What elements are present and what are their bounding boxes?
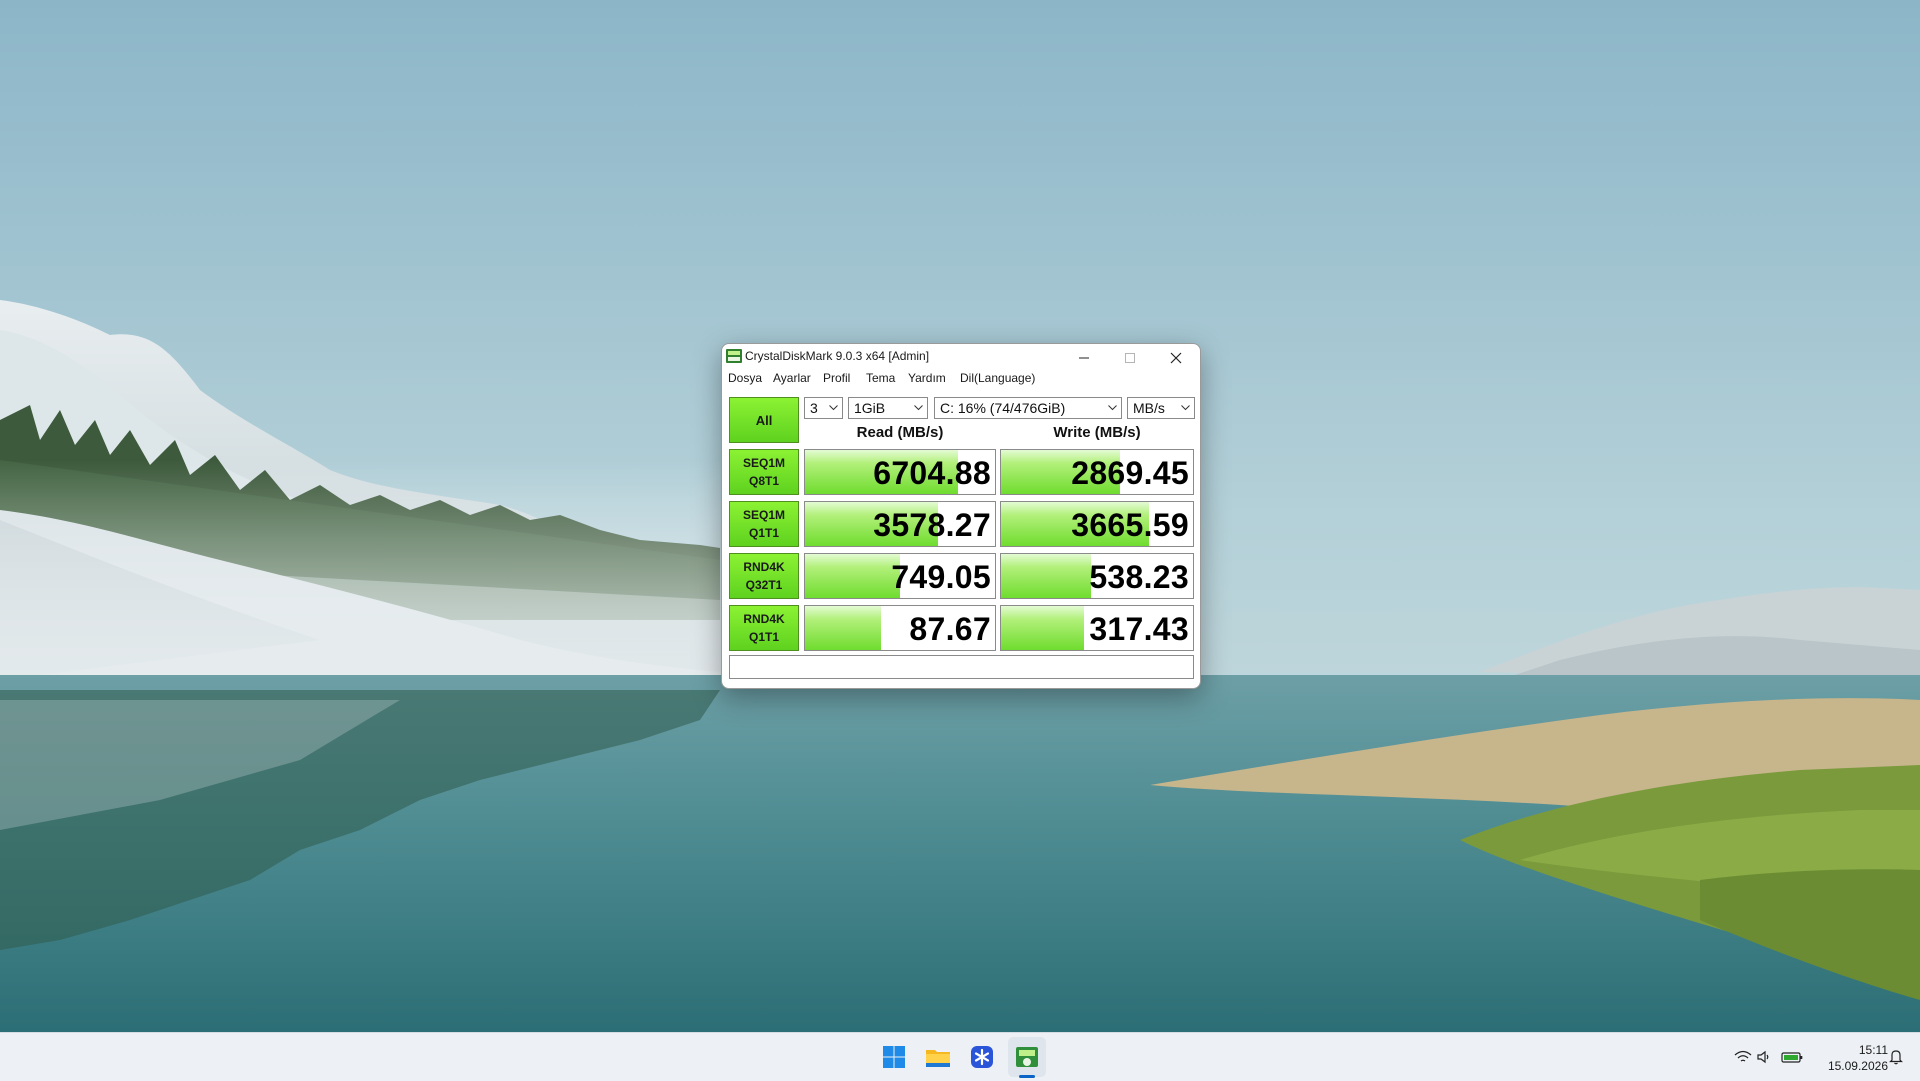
clock-date: 15.09.2026	[1827, 1059, 1888, 1073]
clock-time: 15:11	[1858, 1043, 1888, 1057]
volume-icon[interactable]	[1756, 1050, 1772, 1064]
menu-bar: Dosya Ayarlar Profil Tema Yardım Dil(Lan…	[722, 369, 1200, 389]
test-params: Q1T1	[748, 526, 779, 540]
crystaldiskmark-window: CrystalDiskMark 9.0.3 x64 [Admin] Dosya …	[721, 343, 1201, 689]
test-button-rnd4k-q1t1[interactable]: RND4K Q1T1	[729, 605, 799, 651]
read-result-bar	[805, 554, 900, 598]
file-explorer-icon[interactable]	[922, 1041, 954, 1073]
menu-yardim[interactable]: Yardım	[908, 371, 946, 385]
read-result-value: 6704.88	[873, 455, 991, 491]
maximize-button[interactable]	[1107, 344, 1153, 372]
test-size-select[interactable]: 1GiB	[848, 397, 928, 419]
drive-select[interactable]: C: 16% (74/476GiB)	[934, 397, 1122, 419]
minimize-button[interactable]	[1061, 344, 1107, 372]
crystaldiskmark-icon[interactable]	[1011, 1041, 1043, 1073]
notification-bell-icon[interactable]	[1888, 1048, 1904, 1066]
unit-select[interactable]: MB/s	[1127, 397, 1195, 419]
read-column-header: Read (MB/s)	[856, 424, 944, 441]
test-name: RND4K	[743, 612, 785, 626]
read-result-rnd4k-q32t1: 749.05	[804, 553, 996, 599]
write-column-header: Write (MB/s)	[1053, 424, 1141, 441]
write-result-value: 3665.59	[1071, 507, 1189, 543]
snowflake-app-icon[interactable]	[966, 1041, 998, 1073]
write-result-seq1m-q8t1: 2869.45	[1000, 449, 1194, 495]
test-params: Q1T1	[748, 630, 779, 644]
close-button[interactable]	[1153, 344, 1199, 372]
test-count-value: 3	[810, 400, 818, 416]
active-app-indicator	[1019, 1075, 1035, 1078]
test-name: SEQ1M	[742, 508, 785, 522]
run-all-button[interactable]: All	[729, 397, 799, 443]
test-name: SEQ1M	[742, 456, 785, 470]
write-result-bar	[1001, 606, 1084, 650]
test-params: Q32T1	[745, 578, 783, 592]
unit-value: MB/s	[1133, 400, 1165, 416]
chevron-down-icon	[1108, 405, 1117, 411]
read-result-seq1m-q1t1: 3578.27	[804, 501, 996, 547]
write-result-rnd4k-q32t1: 538.23	[1000, 553, 1194, 599]
menu-dosya[interactable]: Dosya	[728, 371, 762, 385]
taskbar: 15:11 15.09.2026	[0, 1032, 1920, 1081]
write-result-rnd4k-q1t1: 317.43	[1000, 605, 1194, 651]
menu-language[interactable]: Dil(Language)	[960, 371, 1035, 385]
chevron-down-icon	[1181, 405, 1190, 411]
chevron-down-icon	[914, 405, 923, 411]
test-button-seq1m-q1t1[interactable]: SEQ1M Q1T1	[729, 501, 799, 547]
window-title: CrystalDiskMark 9.0.3 x64 [Admin]	[745, 349, 930, 363]
test-button-rnd4k-q32t1[interactable]: RND4K Q32T1	[729, 553, 799, 599]
write-result-value: 317.43	[1089, 611, 1189, 647]
read-result-value: 87.67	[909, 611, 991, 647]
read-result-value: 3578.27	[873, 507, 991, 543]
write-result-seq1m-q1t1: 3665.59	[1000, 501, 1194, 547]
minimize-icon	[1079, 357, 1089, 359]
comment-field[interactable]	[729, 655, 1194, 679]
maximize-icon	[1125, 353, 1135, 363]
chevron-down-icon	[829, 405, 838, 411]
menu-tema[interactable]: Tema	[866, 371, 895, 385]
battery-icon[interactable]	[1781, 1050, 1803, 1064]
test-size-value: 1GiB	[854, 400, 886, 416]
test-params: Q8T1	[748, 474, 779, 488]
read-result-bar	[805, 606, 881, 650]
system-clock[interactable]: 15:11 15.09.2026	[1802, 1042, 1888, 1074]
read-result-rnd4k-q1t1: 87.67	[804, 605, 996, 651]
menu-ayarlar[interactable]: Ayarlar	[773, 371, 811, 385]
write-result-value: 2869.45	[1071, 455, 1189, 491]
wifi-icon[interactable]	[1734, 1050, 1752, 1064]
menu-profil[interactable]: Profil	[823, 371, 850, 385]
read-result-value: 749.05	[891, 559, 991, 595]
test-name: RND4K	[743, 560, 785, 574]
close-icon	[1170, 352, 1182, 364]
test-button-seq1m-q8t1[interactable]: SEQ1M Q8T1	[729, 449, 799, 495]
crystaldiskmark-app-icon	[726, 349, 742, 363]
drive-value: C: 16% (74/476GiB)	[940, 400, 1066, 416]
start-icon[interactable]	[878, 1041, 910, 1073]
read-result-seq1m-q8t1: 6704.88	[804, 449, 996, 495]
test-count-select[interactable]: 3	[804, 397, 843, 419]
write-result-bar	[1001, 554, 1092, 598]
write-result-value: 538.23	[1089, 559, 1189, 595]
